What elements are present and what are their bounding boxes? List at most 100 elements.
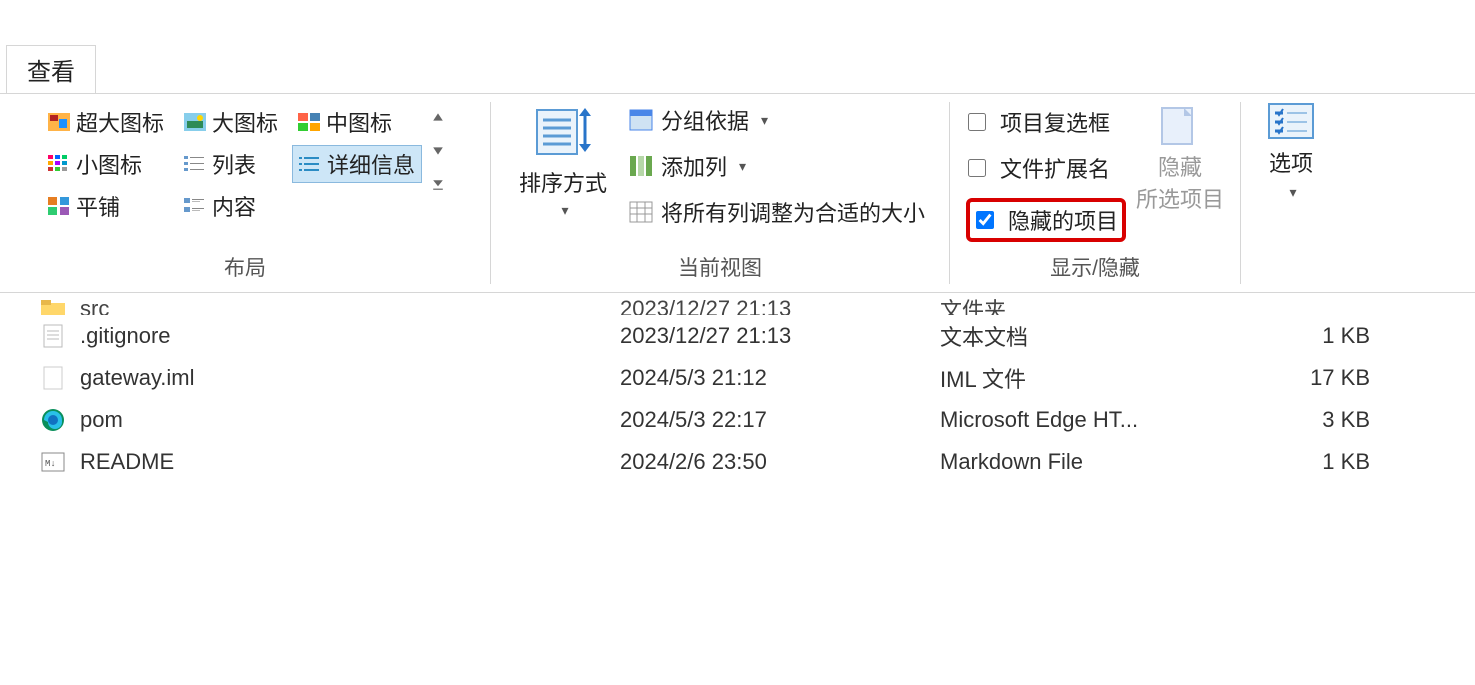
file-name: README [80, 449, 620, 475]
file-name: src [80, 296, 620, 315]
hide-selected-icon [1156, 102, 1204, 150]
file-name: pom [80, 407, 620, 433]
dropdown-caret-icon: ▾ [739, 158, 746, 175]
group-options: 选项 ▾ [1241, 94, 1341, 292]
group-by-label: 分组依据 [661, 104, 749, 136]
file-row[interactable]: pom 2024/5/3 22:17 Microsoft Edge HT... … [40, 399, 1455, 441]
group-by-button[interactable]: 分组依据 ▾ [623, 102, 931, 138]
folder-icon [40, 296, 66, 315]
view-medium-label: 中图标 [326, 106, 392, 138]
file-type: Microsoft Edge HT... [940, 407, 1260, 433]
file-type: 文本文档 [940, 320, 1260, 352]
sort-by-button[interactable]: 排序方式 ▾ [509, 102, 617, 223]
item-checkboxes-checkbox[interactable] [968, 113, 986, 131]
file-date: 2024/5/3 22:17 [620, 407, 940, 433]
view-details-label: 详细信息 [327, 148, 415, 180]
markdown-file-icon: M↓ [40, 449, 66, 475]
file-extensions-label: 文件扩展名 [1000, 152, 1110, 184]
file-type: Markdown File [940, 449, 1260, 475]
group-by-icon [629, 109, 653, 131]
content-icon [184, 197, 206, 215]
group-layout-label: 布局 [0, 246, 490, 288]
large-icons-icon [184, 113, 206, 131]
medium-icons-icon [298, 113, 320, 131]
item-checkboxes-label: 项目复选框 [1000, 106, 1110, 138]
sort-by-label: 排序方式 [519, 166, 607, 198]
chevron-down-icon [432, 145, 444, 157]
chevron-up-icon [432, 111, 444, 123]
file-date: 2024/5/3 21:12 [620, 365, 940, 391]
view-tiles-label: 平铺 [76, 190, 120, 222]
view-extra-large-label: 超大图标 [76, 106, 164, 138]
view-medium-icons-button[interactable]: 中图标 [292, 103, 422, 141]
fit-columns-icon [629, 201, 653, 223]
file-row[interactable]: M↓ README 2024/2/6 23:50 Markdown File 1… [40, 441, 1455, 483]
details-icon [299, 155, 321, 173]
hidden-items-checkbox[interactable] [976, 211, 994, 229]
edge-icon [40, 407, 66, 433]
file-type: 文件夹 [940, 293, 1260, 315]
group-show-hide: 项目复选框 文件扩展名 隐藏的项目 隐藏 所选项目 显 [950, 94, 1240, 292]
file-type: IML 文件 [940, 362, 1260, 394]
view-list-label: 列表 [212, 148, 256, 180]
file-size: 1 KB [1260, 323, 1380, 349]
group-current-view: 排序方式 ▾ 分组依据 ▾ 添加列 ▾ 将所有列调整为合适的大小 [491, 94, 949, 292]
group-layout: 超大图标 大图标 中图标 小图标 列表 [0, 94, 490, 292]
file-size: 3 KB [1260, 407, 1380, 433]
dropdown-caret-icon: ▾ [761, 112, 768, 129]
blank-file-icon [40, 365, 66, 391]
fit-columns-label: 将所有列调整为合适的大小 [661, 196, 925, 228]
hidden-items-label: 隐藏的项目 [1008, 204, 1118, 236]
chevron-down-bar-icon [432, 179, 444, 191]
size-columns-to-fit-button[interactable]: 将所有列调整为合适的大小 [623, 194, 931, 230]
file-list: src 2023/12/27 21:13 文件夹 .gitignore 2023… [0, 293, 1475, 483]
hidden-items-toggle[interactable]: 隐藏的项目 [966, 198, 1126, 242]
small-icons-icon [48, 155, 70, 173]
file-size: 17 KB [1260, 365, 1380, 391]
file-row[interactable]: .gitignore 2023/12/27 21:13 文本文档 1 KB [40, 315, 1455, 357]
view-small-label: 小图标 [76, 148, 142, 180]
view-tiles-button[interactable]: 平铺 [42, 187, 170, 225]
file-size: 1 KB [1260, 449, 1380, 475]
view-content-button[interactable]: 内容 [178, 187, 284, 225]
sort-by-icon [533, 106, 593, 162]
ribbon: 超大图标 大图标 中图标 小图标 列表 [0, 93, 1475, 293]
view-content-label: 内容 [212, 190, 256, 222]
file-name: .gitignore [80, 323, 620, 349]
view-extra-large-icons-button[interactable]: 超大图标 [42, 103, 170, 141]
ribbon-tab-strip: 查看 [0, 45, 1475, 93]
dropdown-caret-icon: ▾ [561, 202, 568, 219]
file-extensions-toggle[interactable]: 文件扩展名 [966, 152, 1126, 184]
file-date: 2023/12/27 21:13 [620, 296, 940, 315]
layout-scroll-up[interactable] [428, 102, 448, 132]
options-label: 选项 [1269, 146, 1313, 178]
list-icon [184, 155, 206, 173]
view-details-button[interactable]: 详细信息 [292, 145, 422, 183]
dropdown-caret-icon: ▾ [1289, 184, 1296, 201]
add-columns-button[interactable]: 添加列 ▾ [623, 148, 931, 184]
tab-view[interactable]: 查看 [6, 45, 96, 93]
tiles-icon [48, 197, 70, 215]
view-small-icons-button[interactable]: 小图标 [42, 145, 170, 183]
file-date: 2024/2/6 23:50 [620, 449, 940, 475]
file-extensions-checkbox[interactable] [968, 159, 986, 177]
file-row[interactable]: src 2023/12/27 21:13 文件夹 [40, 293, 1455, 315]
tab-view-label: 查看 [27, 52, 75, 87]
group-show-hide-label: 显示/隐藏 [950, 246, 1240, 288]
extra-large-icons-icon [48, 113, 70, 131]
options-icon [1267, 102, 1315, 140]
layout-scroll-down[interactable] [428, 136, 448, 166]
text-file-icon [40, 323, 66, 349]
view-large-label: 大图标 [212, 106, 278, 138]
file-row[interactable]: gateway.iml 2024/5/3 21:12 IML 文件 17 KB [40, 357, 1455, 399]
add-columns-icon [629, 155, 653, 177]
view-large-icons-button[interactable]: 大图标 [178, 103, 284, 141]
layout-more-button[interactable] [428, 170, 448, 200]
hide-selected-button: 隐藏 所选项目 [1136, 102, 1224, 214]
svg-text:M↓: M↓ [45, 459, 56, 469]
view-list-button[interactable]: 列表 [178, 145, 284, 183]
hide-selected-label-1: 隐藏 [1158, 150, 1202, 182]
item-checkboxes-toggle[interactable]: 项目复选框 [966, 106, 1126, 138]
add-columns-label: 添加列 [661, 150, 727, 182]
options-button[interactable]: 选项 ▾ [1267, 102, 1315, 201]
